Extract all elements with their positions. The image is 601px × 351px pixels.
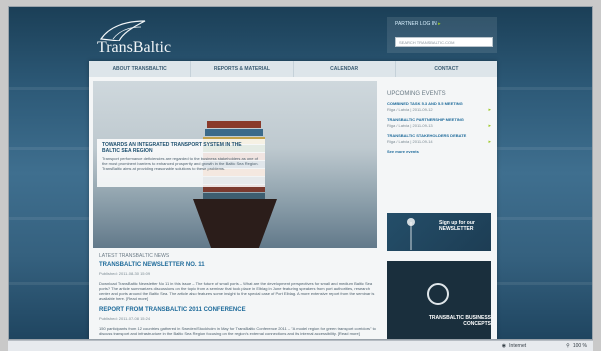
- events-heading: UPCOMING EVENTS: [387, 91, 446, 97]
- browser-status-bar: ◉ Internet ⚲ 100 %: [8, 340, 593, 351]
- event-item[interactable]: COMBINED TASK 5.3 AND 5.5 MEETING Riga /…: [387, 101, 491, 113]
- news-item: TRANSBALTIC NEWSLETTER NO. 11 Published:…: [99, 262, 381, 301]
- event-date: Riga / Latvia | 2011-09-14: [387, 139, 433, 144]
- globe-icon: ◉: [501, 343, 507, 349]
- zoom-icon: ⚲: [566, 343, 570, 349]
- sail-logo-icon: [99, 20, 146, 41]
- hero-text: Transport performance deficiencies are r…: [102, 156, 259, 171]
- event-date: Riga / Latvia | 2011-09-13: [387, 123, 433, 128]
- business-concepts-banner[interactable]: TRANSBALTIC BUSINESS CONCEPTS: [387, 261, 491, 339]
- main-nav: ABOUT TRANSBALTIC REPORTS & MATERIAL CAL…: [89, 61, 497, 77]
- concepts-text: TRANSBALTIC BUSINESS CONCEPTS: [428, 315, 491, 327]
- partner-login-link[interactable]: PARTNER LOG IN ▸: [395, 21, 441, 27]
- nav-item-reports[interactable]: REPORTS & MATERIAL: [191, 61, 294, 77]
- event-title[interactable]: TRANSBALTIC STAKEHOLDERS DEBATE: [387, 133, 491, 138]
- event-title[interactable]: COMBINED TASK 5.3 AND 5.5 MEETING: [387, 101, 491, 106]
- news-date: Published: 2011-08-30 15:09: [99, 271, 151, 276]
- event-item[interactable]: TRANSBALTIC PARTNERSHIP MEETING Riga / L…: [387, 117, 491, 129]
- header-utility-box: PARTNER LOG IN ▸ SEARCH TRANSBALTIC.COM: [387, 17, 497, 53]
- site-logo-text: TransBaltic: [97, 39, 172, 56]
- event-meta: Riga / Latvia | 2011-09-13 ▸: [387, 123, 491, 129]
- news-body: 150 participants from 12 countries gathe…: [99, 326, 376, 336]
- hero-banner[interactable]: TOWARDS AN INTEGRATED TRANSPORT SYSTEM I…: [93, 81, 377, 248]
- browser-viewport: TransBaltic PARTNER LOG IN ▸ SEARCH TRAN…: [8, 6, 593, 340]
- arrow-right-icon: ▸: [488, 107, 491, 113]
- hero-title[interactable]: TOWARDS AN INTEGRATED TRANSPORT SYSTEM I…: [102, 142, 260, 154]
- site-logo[interactable]: TransBaltic: [81, 19, 201, 59]
- news-date: Published: 2011-07-08 15:24: [99, 316, 151, 321]
- news-heading: LATEST TRANSBALTIC NEWS: [99, 253, 170, 259]
- nav-item-about[interactable]: ABOUT TRANSBALTIC: [89, 61, 192, 77]
- arrow-right-icon: ▸: [438, 21, 441, 27]
- arrow-right-icon: ▸: [488, 139, 491, 145]
- news-body: Download TransBaltic Newsletter No 11 in…: [99, 281, 375, 301]
- event-item[interactable]: TRANSBALTIC STAKEHOLDERS DEBATE Riga / L…: [387, 133, 491, 145]
- partner-login-label: PARTNER LOG IN: [395, 21, 437, 27]
- nav-item-calendar[interactable]: CALENDAR: [294, 61, 396, 77]
- news-title[interactable]: TRANSBALTIC NEWSLETTER NO. 11: [99, 262, 381, 268]
- signup-text: Sign up for our NEWSLETTER: [439, 220, 475, 232]
- hero-caption: TOWARDS AN INTEGRATED TRANSPORT SYSTEM I…: [97, 139, 265, 187]
- content-card: ABOUT TRANSBALTIC REPORTS & MATERIAL CAL…: [89, 61, 497, 339]
- arrow-right-icon: ▸: [488, 123, 491, 129]
- newsletter-signup-banner[interactable]: Sign up for our NEWSLETTER: [387, 213, 491, 251]
- ship-hull: [193, 199, 277, 248]
- latest-news: LATEST TRANSBALTIC NEWS TRANSBALTIC NEWS…: [99, 253, 381, 339]
- security-zone: Internet: [509, 343, 527, 349]
- zoom-level[interactable]: 100 %: [573, 343, 587, 349]
- nav-item-contact[interactable]: CONTACT: [396, 61, 497, 77]
- news-title[interactable]: REPORT FROM TRANSBALTIC 2011 CONFERENCE: [99, 307, 381, 313]
- event-date: Riga / Latvia | 2011-09-12: [387, 107, 433, 112]
- street-lamp-icon: [407, 218, 415, 250]
- upcoming-events: UPCOMING EVENTS COMBINED TASK 5.3 AND 5.…: [387, 91, 491, 211]
- event-title[interactable]: TRANSBALTIC PARTNERSHIP MEETING: [387, 117, 491, 122]
- event-meta: Riga / Latvia | 2011-09-14 ▸: [387, 139, 491, 145]
- play-icon: [427, 283, 449, 305]
- search-input[interactable]: SEARCH TRANSBALTIC.COM: [395, 37, 493, 47]
- event-meta: Riga / Latvia | 2011-09-12 ▸: [387, 107, 491, 113]
- see-more-events-link[interactable]: See more events: [387, 149, 491, 154]
- news-item: REPORT FROM TRANSBALTIC 2011 CONFERENCE …: [99, 307, 381, 336]
